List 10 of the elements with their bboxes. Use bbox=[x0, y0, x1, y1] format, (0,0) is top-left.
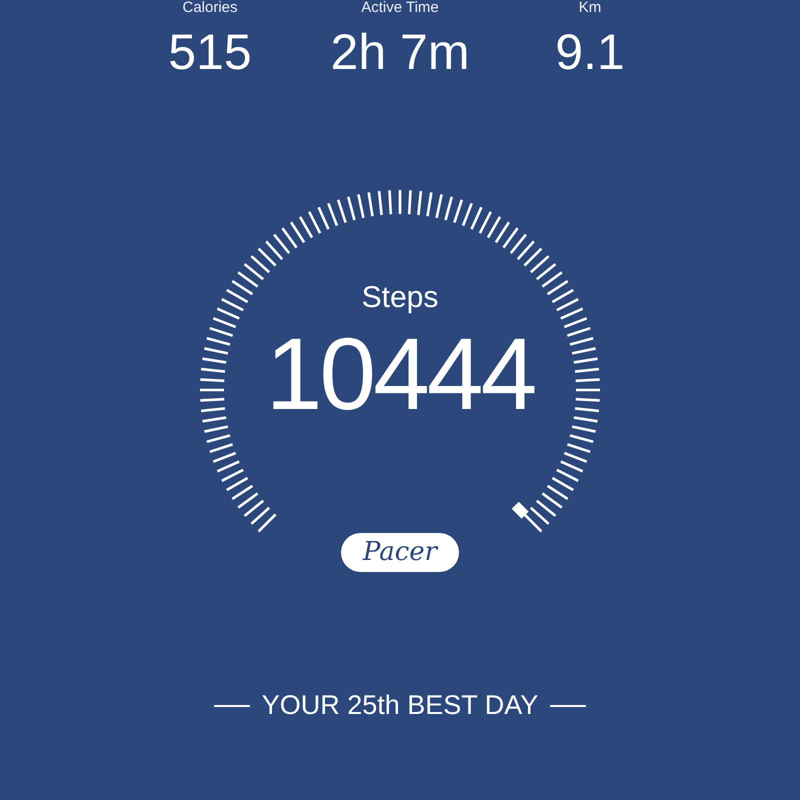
pacer-logo: Pacer bbox=[340, 533, 460, 572]
stat-label: Km bbox=[578, 0, 602, 15]
steps-label: Steps bbox=[362, 283, 438, 313]
stat-value: 9.1 bbox=[555, 27, 625, 77]
stat-value: 515 bbox=[168, 27, 252, 77]
stat-label: Active Time bbox=[361, 0, 439, 15]
steps-count: 10444 bbox=[266, 323, 534, 425]
stat-label: Calories bbox=[182, 0, 238, 15]
stat-value: 2h 7m bbox=[330, 27, 470, 77]
ranking-text: YOUR 25th BEST DAY bbox=[262, 692, 538, 719]
